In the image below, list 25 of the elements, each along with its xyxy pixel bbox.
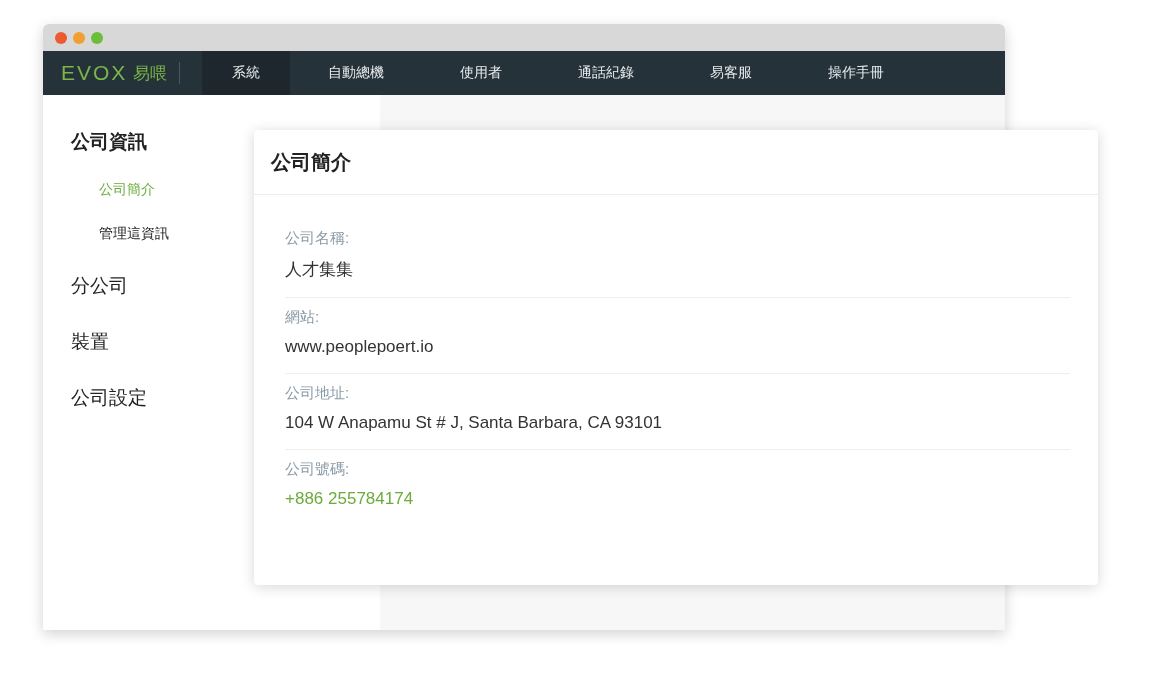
nav-tab[interactable]: 使用者 <box>422 51 541 95</box>
logo-text: 易喂 <box>133 62 168 85</box>
sidebar-subitem[interactable]: 管理這資訊 <box>99 225 169 243</box>
nav-tab[interactable]: 系統 <box>202 51 291 95</box>
field-label: 公司地址: <box>285 384 350 403</box>
field-value: 人才集集 <box>285 259 353 281</box>
nav-tab[interactable]: 自動總機 <box>290 51 423 95</box>
field-label: 公司名稱: <box>285 229 350 248</box>
field-value: www.peoplepoert.io <box>285 337 434 357</box>
nav-tab[interactable]: 操作手冊 <box>790 51 923 95</box>
card-title: 公司簡介 <box>271 149 351 175</box>
field-label: 公司號碼: <box>285 460 350 479</box>
sidebar-item[interactable]: 分公司 <box>71 273 128 299</box>
sidebar-item[interactable]: 裝置 <box>71 329 109 355</box>
minimize-window-icon[interactable] <box>73 31 85 44</box>
sidebar-item[interactable]: 公司資訊 <box>71 129 147 155</box>
nav-tab[interactable]: 易客服 <box>672 51 791 95</box>
nav-tab[interactable]: 通話紀錄 <box>540 51 673 95</box>
field-value: 104 W Anapamu St # J, Santa Barbara, CA 93101 <box>285 413 663 433</box>
maximize-window-icon[interactable] <box>91 31 103 44</box>
logo-wordmark: EVOX <box>61 61 128 85</box>
field-label: 網站: <box>285 308 320 327</box>
phone-number: +886 255784174 <box>285 489 414 509</box>
close-window-icon[interactable] <box>55 31 67 44</box>
sidebar-item[interactable]: 公司設定 <box>71 385 147 411</box>
